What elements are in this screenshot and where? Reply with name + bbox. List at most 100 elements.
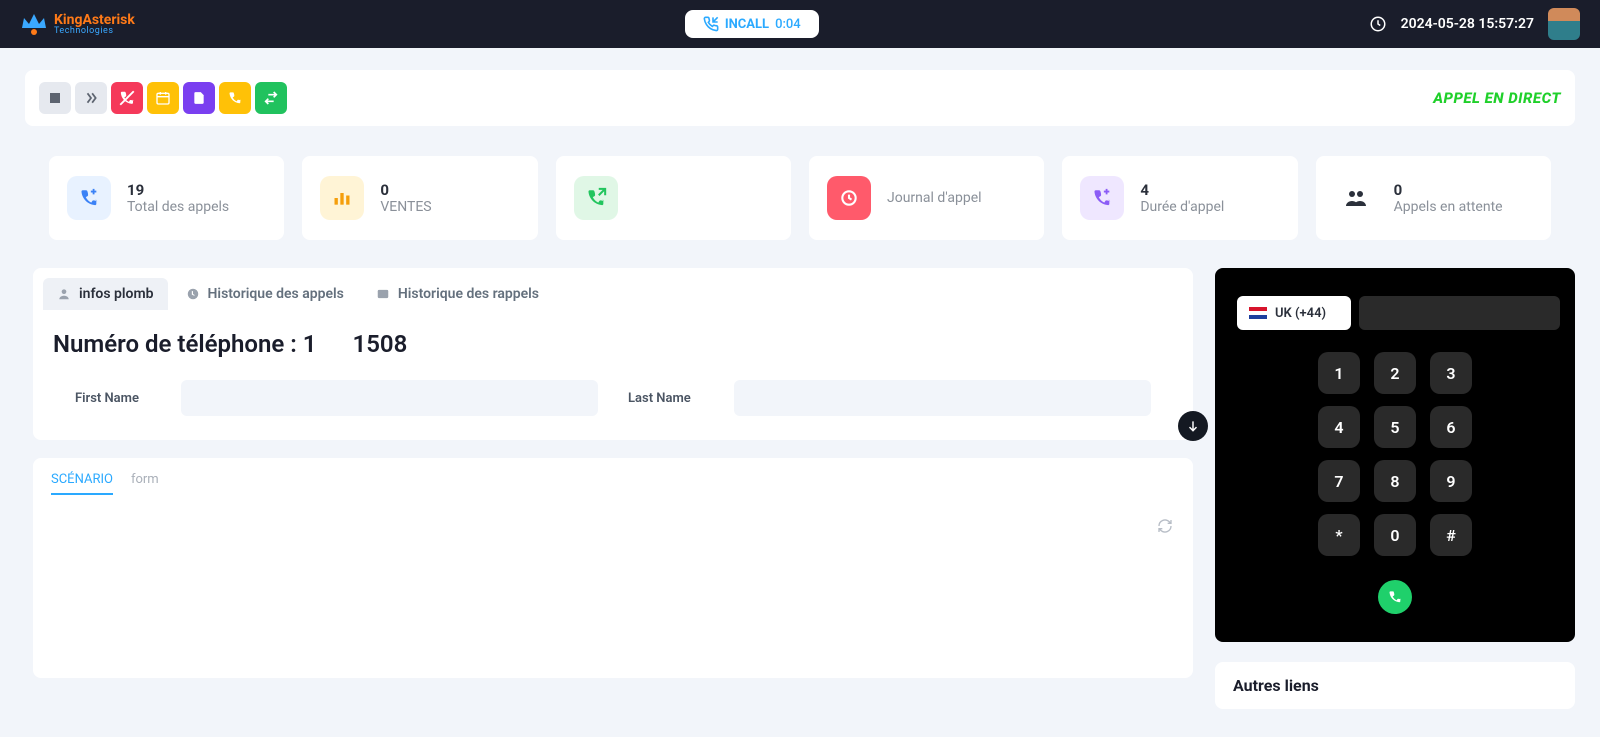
form-row-name: First Name Last Name	[33, 372, 1193, 424]
stat-waiting-calls: 0 Appels en attente	[1316, 156, 1551, 240]
stop-button[interactable]	[39, 82, 71, 114]
dialer-input[interactable]	[1359, 296, 1560, 330]
key-9[interactable]: 9	[1430, 460, 1472, 502]
document-button[interactable]	[183, 82, 215, 114]
stats-row: 19 Total des appels 0 VENTES	[49, 156, 1551, 240]
stat-calls-received	[556, 156, 791, 240]
phone-rest: 1508	[353, 330, 408, 358]
key-star[interactable]: *	[1318, 514, 1360, 556]
first-name-input[interactable]	[181, 380, 598, 416]
stat-label: Appels en attente	[1394, 199, 1503, 215]
live-call-label: APPEL EN DIRECT	[1433, 89, 1561, 107]
header-right: 2024-05-28 15:57:27	[1369, 8, 1580, 40]
header-datetime: 2024-05-28 15:57:27	[1401, 16, 1534, 32]
key-4[interactable]: 4	[1318, 406, 1360, 448]
stat-value: 0	[380, 181, 431, 199]
phone-plus-icon	[67, 176, 111, 220]
last-name-input[interactable]	[734, 380, 1151, 416]
key-5[interactable]: 5	[1374, 406, 1416, 448]
other-links-card: Autres liens	[1215, 662, 1575, 709]
left-column: infos plomb Historique des appels	[33, 268, 1193, 709]
tab-callback-history[interactable]: Historique des rappels	[362, 278, 553, 310]
bar-chart-icon	[320, 176, 364, 220]
phone-label: Numéro de téléphone :	[53, 330, 303, 358]
stat-sales: 0 VENTES	[302, 156, 537, 240]
tab-label: Historique des rappels	[398, 286, 539, 302]
dialer: UK (+44) 1 2 3 4 5 6 7 8 9 * 0 #	[1215, 268, 1575, 642]
person-icon	[57, 287, 71, 301]
callback-icon	[376, 287, 390, 301]
key-6[interactable]: 6	[1430, 406, 1472, 448]
last-name-label: Last Name	[628, 391, 718, 406]
toolbar-buttons	[39, 82, 287, 114]
forward-button[interactable]	[75, 82, 107, 114]
toolbar: APPEL EN DIRECT	[25, 70, 1575, 126]
stat-label: VENTES	[380, 199, 431, 215]
stat-label: Journal d'appel	[887, 190, 982, 206]
country-code-label: UK (+44)	[1275, 306, 1326, 321]
stat-label: Total des appels	[127, 199, 229, 215]
lead-tabs: infos plomb Historique des appels	[33, 268, 1193, 310]
key-hash[interactable]: #	[1430, 514, 1472, 556]
last-name-field: Last Name	[628, 380, 1151, 416]
scenario-tab-scenario[interactable]: SCÉNARIO	[51, 472, 113, 495]
key-7[interactable]: 7	[1318, 460, 1360, 502]
stat-total-calls: 19 Total des appels	[49, 156, 284, 240]
key-1[interactable]: 1	[1318, 352, 1360, 394]
phone-prefix: 1	[303, 330, 317, 358]
country-code-select[interactable]: UK (+44)	[1237, 296, 1351, 330]
scroll-down-button[interactable]	[1178, 411, 1208, 441]
first-name-field: First Name	[75, 380, 598, 416]
keypad: 1 2 3 4 5 6 7 8 9 * 0 #	[1237, 352, 1553, 556]
phone-plus-icon	[1080, 176, 1124, 220]
stat-call-duration: 4 Durée d'appel	[1062, 156, 1297, 240]
history-icon	[186, 287, 200, 301]
tab-call-history[interactable]: Historique des appels	[172, 278, 358, 310]
key-3[interactable]: 3	[1430, 352, 1472, 394]
tab-label: Historique des appels	[208, 286, 344, 302]
users-icon	[1334, 176, 1378, 220]
tab-lead-info[interactable]: infos plomb	[43, 278, 168, 310]
scenario-card: SCÉNARIO form	[33, 458, 1193, 678]
clock-icon	[1369, 15, 1387, 33]
brand-text: KingAsterisk Technologies	[54, 13, 135, 36]
lead-card: infos plomb Historique des appels	[33, 268, 1193, 440]
incall-pill[interactable]: INCALL 0:04	[685, 10, 819, 38]
other-links-title: Autres liens	[1233, 676, 1319, 695]
transfer-button[interactable]	[255, 82, 287, 114]
calendar-button[interactable]	[147, 82, 179, 114]
key-0[interactable]: 0	[1374, 514, 1416, 556]
lead-card-wrap: infos plomb Historique des appels	[33, 268, 1193, 440]
brand-primary: KingAsterisk	[54, 13, 135, 27]
header-center: INCALL 0:04	[685, 10, 819, 38]
crown-icon	[20, 12, 48, 36]
stat-value: 19	[127, 181, 229, 199]
dialer-call-button[interactable]	[1378, 580, 1412, 614]
refresh-icon[interactable]	[1157, 518, 1173, 534]
phone-incoming-icon	[703, 16, 719, 32]
incall-timer: 0:04	[775, 17, 801, 32]
stat-value: 4	[1140, 181, 1224, 199]
scenario-tabs: SCÉNARIO form	[51, 472, 1175, 495]
clock-icon	[827, 176, 871, 220]
phone-number-title: Numéro de téléphone : 1 1508	[33, 310, 1193, 372]
brand: KingAsterisk Technologies	[20, 12, 135, 36]
main-area: infos plomb Historique des appels	[33, 268, 1575, 709]
uk-flag-icon	[1249, 307, 1267, 319]
app-header: KingAsterisk Technologies INCALL 0:04 20…	[0, 0, 1600, 48]
avatar[interactable]	[1548, 8, 1580, 40]
right-column: UK (+44) 1 2 3 4 5 6 7 8 9 * 0 #	[1215, 268, 1575, 709]
stat-call-log: Journal d'appel	[809, 156, 1044, 240]
tab-label: infos plomb	[79, 286, 154, 302]
hangup-button[interactable]	[111, 82, 143, 114]
first-name-label: First Name	[75, 391, 165, 406]
brand-secondary: Technologies	[54, 27, 135, 36]
incall-label: INCALL	[725, 17, 769, 32]
key-2[interactable]: 2	[1374, 352, 1416, 394]
key-8[interactable]: 8	[1374, 460, 1416, 502]
phone-incoming-icon	[574, 176, 618, 220]
stat-label: Durée d'appel	[1140, 199, 1224, 215]
call-button[interactable]	[219, 82, 251, 114]
scenario-tab-form[interactable]: form	[131, 472, 159, 495]
stat-value: 0	[1394, 181, 1503, 199]
